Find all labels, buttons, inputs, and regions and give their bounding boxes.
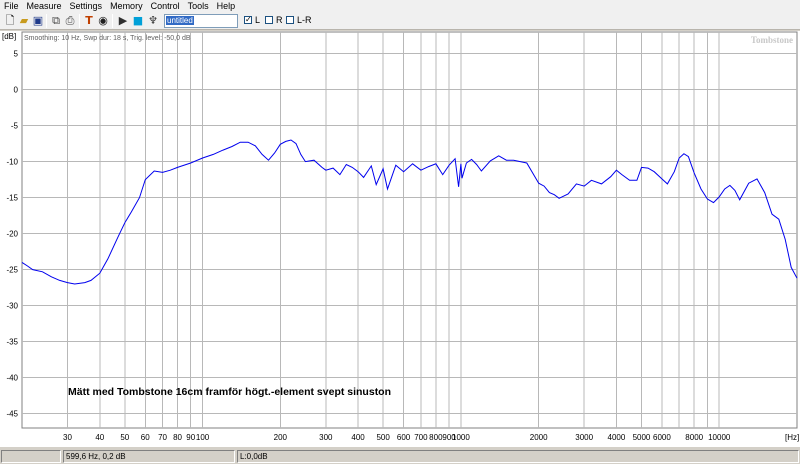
- x-tick-label: 500: [376, 433, 390, 442]
- measurement-name-field[interactable]: untitled: [164, 14, 238, 28]
- y-tick-label: -10: [6, 158, 18, 167]
- checkbox-left-label: L: [255, 15, 261, 25]
- tombstone-watermark: Tombstone: [751, 35, 793, 45]
- menu-control[interactable]: Control: [147, 0, 184, 12]
- x-tick-label: 3000: [575, 433, 593, 442]
- menu-tools[interactable]: Tools: [184, 0, 213, 12]
- menu-help[interactable]: Help: [213, 0, 240, 12]
- x-tick-label: 60: [141, 433, 150, 442]
- toolbar: 🗋 ▰ ▣ ⧉ ⎙ T ◉ ▶ ■ ♆ untitled ✓ L R L-R: [0, 12, 800, 30]
- x-tick-label: 400: [351, 433, 365, 442]
- y-tick-label: 0: [14, 86, 19, 95]
- x-tick-label: 8000: [685, 433, 703, 442]
- y-axis-tick-labels: 5 0 -5 -10 -15 -20 -25 -30 -35 -40 -45: [6, 50, 18, 419]
- x-tick-label: 5000: [633, 433, 651, 442]
- y-axis-unit-label: [dB]: [2, 32, 16, 41]
- x-tick-label: 50: [120, 433, 129, 442]
- copy-icon[interactable]: ⧉: [49, 14, 63, 28]
- x-tick-label: 200: [274, 433, 288, 442]
- mic-icon[interactable]: ♆: [146, 14, 160, 28]
- y-tick-label: -40: [6, 374, 18, 383]
- x-tick-label: 80: [173, 433, 182, 442]
- menu-settings[interactable]: Settings: [66, 0, 107, 12]
- annotation-text: Mätt med Tombstone 16cm framför högt.-el…: [68, 386, 391, 398]
- new-file-icon[interactable]: 🗋: [3, 14, 17, 28]
- x-tick-label: 30: [63, 433, 72, 442]
- checkbox-left-minus-right-label: L-R: [297, 15, 312, 25]
- record-icon[interactable]: ◉: [96, 14, 110, 28]
- y-tick-label: -20: [6, 230, 18, 239]
- play-icon[interactable]: ▶: [116, 14, 130, 28]
- x-axis-tick-labels: 30 40 50 60 70 80 90 100 200 300 400 500 600 700 800 90…: [63, 433, 731, 442]
- toolbar-separator: [79, 14, 80, 28]
- menu-bar: File Measure Settings Memory Control Tools Hel…: [0, 0, 800, 12]
- menu-measure[interactable]: Measure: [23, 0, 66, 12]
- check-mark-icon: ✓: [245, 15, 252, 24]
- y-tick-label: -25: [6, 266, 18, 275]
- measurement-info-text: Smoothing: 10 Hz, Swp dur: 18 s, Trig. l…: [24, 35, 191, 42]
- menu-file[interactable]: File: [0, 0, 23, 12]
- plot-frame: [21, 31, 798, 429]
- x-tick-label: 70: [158, 433, 167, 442]
- toolbar-separator: [112, 14, 113, 28]
- x-tick-label: 6000: [653, 433, 671, 442]
- open-folder-icon[interactable]: ▰: [17, 14, 31, 28]
- x-tick-label: 300: [319, 433, 333, 442]
- save-icon[interactable]: ▣: [31, 14, 45, 28]
- y-tick-label: -15: [6, 194, 18, 203]
- status-bar: 599,6 Hz, 0,2 dB L:0,0dB: [0, 448, 800, 464]
- signal-generator-icon[interactable]: ■: [131, 14, 145, 28]
- status-cursor-readout: 599,6 Hz, 0,2 dB: [63, 450, 235, 463]
- x-tick-label: 100: [196, 433, 210, 442]
- x-tick-label: 2000: [530, 433, 548, 442]
- frequency-response-plot[interactable]: 5 0 -5 -10 -15 -20 -25 -30 -35 -40 -45 30 40 50 60 70 8…: [0, 31, 800, 447]
- x-tick-label: 600: [397, 433, 411, 442]
- y-tick-label: -30: [6, 302, 18, 311]
- x-tick-label: 1000: [452, 433, 470, 442]
- y-tick-label: -35: [6, 338, 18, 347]
- x-tick-label: 90: [186, 433, 195, 442]
- status-pane-blank: [1, 450, 61, 463]
- checkbox-right[interactable]: [265, 16, 273, 24]
- checkbox-left-minus-right[interactable]: [286, 16, 294, 24]
- checkbox-left[interactable]: ✓: [244, 16, 252, 24]
- x-axis-unit-label: [Hz]: [785, 433, 799, 442]
- print-icon[interactable]: ⎙: [63, 14, 77, 28]
- status-level-readout: L:0,0dB: [237, 450, 799, 463]
- x-tick-label: 700: [414, 433, 428, 442]
- x-tick-label: 800: [429, 433, 443, 442]
- checkbox-right-label: R: [276, 15, 283, 25]
- plot-canvas: 50-5-10-15-20-25-30-35-40-45 30 40 50 60 70 8…: [2, 31, 799, 442]
- x-tick-label: 10000: [708, 433, 731, 442]
- toolbar-separator: [46, 14, 47, 28]
- measurement-name-value: untitled: [166, 16, 194, 25]
- y-tick-label: -5: [11, 122, 19, 131]
- x-tick-label: 40: [95, 433, 104, 442]
- x-tick-label: 4000: [608, 433, 626, 442]
- y-tick-label: -45: [6, 410, 18, 419]
- hammer-icon[interactable]: T: [82, 14, 96, 28]
- y-tick-label: 5: [14, 50, 19, 59]
- menu-memory[interactable]: Memory: [106, 0, 147, 12]
